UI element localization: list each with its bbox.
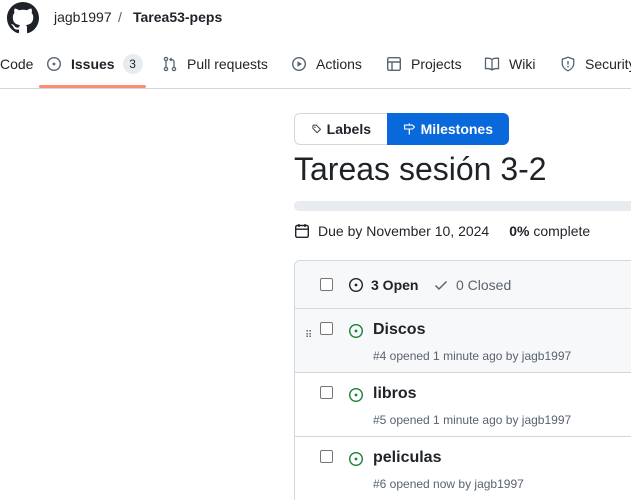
milestone-title: Tareas sesión 3-2 bbox=[294, 151, 547, 187]
github-logo-icon[interactable] bbox=[7, 2, 39, 34]
tab-security-label: Security bbox=[585, 56, 631, 72]
issue-opened-icon bbox=[348, 277, 364, 293]
closed-issues-filter[interactable]: 0 Closed bbox=[433, 277, 511, 293]
milestone-percent: 0% bbox=[509, 223, 530, 239]
tab-actions[interactable]: Actions bbox=[291, 40, 362, 88]
breadcrumb-owner[interactable]: jagb1997 bbox=[54, 9, 112, 25]
issue-opened-icon bbox=[46, 56, 62, 72]
issue-meta: #4 opened 1 minute ago by jagb1997 bbox=[373, 349, 572, 363]
open-issues-filter[interactable]: 3 Open bbox=[348, 277, 418, 293]
milestone-progress-bar bbox=[294, 201, 631, 211]
issue-row[interactable]: ⠿ Discos #4 opened 1 minute ago by jagb1… bbox=[295, 309, 631, 373]
milestone-complete-label: complete bbox=[533, 223, 591, 239]
issue-opened-icon bbox=[348, 451, 364, 467]
issue-row[interactable]: peliculas #6 opened now by jagb1997 bbox=[295, 437, 631, 500]
git-pull-request-icon bbox=[163, 56, 177, 72]
issue-row[interactable]: libros #5 opened 1 minute ago by jagb199… bbox=[295, 373, 631, 437]
issue-checkbox[interactable] bbox=[320, 450, 333, 463]
shield-icon bbox=[561, 56, 575, 72]
tab-actions-label: Actions bbox=[316, 56, 362, 72]
issue-meta: #6 opened now by jagb1997 bbox=[373, 477, 524, 491]
milestone-complete: 0% complete bbox=[509, 223, 590, 239]
issue-opened-icon bbox=[348, 323, 364, 339]
issue-title[interactable]: Discos bbox=[373, 321, 425, 339]
tab-pull-requests[interactable]: Pull requests bbox=[162, 40, 268, 88]
calendar-icon bbox=[295, 224, 310, 239]
labels-button-label: Labels bbox=[326, 121, 371, 137]
issue-title[interactable]: peliculas bbox=[373, 449, 441, 467]
issues-list: 3 Open 0 Closed ⠿ Discos #4 opened 1 min… bbox=[294, 260, 631, 500]
active-tab-underline bbox=[39, 85, 146, 88]
tab-projects[interactable]: Projects bbox=[386, 40, 462, 88]
table-icon bbox=[387, 57, 402, 72]
issues-count-badge: 3 bbox=[122, 54, 143, 74]
issue-checkbox[interactable] bbox=[320, 386, 333, 399]
top-header: jagb1997 / Tarea53-peps bbox=[0, 0, 631, 40]
select-all-checkbox[interactable] bbox=[320, 278, 333, 291]
issue-checkbox[interactable] bbox=[320, 322, 333, 335]
tab-code[interactable]: Code bbox=[0, 40, 33, 88]
breadcrumb-repo[interactable]: Tarea53-peps bbox=[133, 9, 222, 25]
tab-wiki[interactable]: Wiki bbox=[484, 40, 535, 88]
tab-issues-label: Issues bbox=[71, 56, 115, 72]
closed-issues-label: 0 Closed bbox=[456, 277, 512, 293]
repo-nav: Code Issues 3 Pull requests Actions Proj… bbox=[0, 40, 631, 89]
issue-opened-icon bbox=[348, 387, 364, 403]
milestone-due-date: Due by November 10, 2024 bbox=[318, 223, 490, 239]
issue-meta: #5 opened 1 minute ago by jagb1997 bbox=[373, 413, 572, 427]
tab-issues[interactable]: Issues 3 bbox=[46, 40, 143, 88]
milestones-button-label: Milestones bbox=[420, 121, 493, 137]
drag-handle-icon[interactable]: ⠿ bbox=[305, 330, 313, 342]
tag-icon bbox=[312, 124, 321, 134]
issue-title[interactable]: libros bbox=[373, 385, 417, 403]
book-icon bbox=[484, 57, 500, 71]
tab-pull-requests-label: Pull requests bbox=[187, 56, 268, 72]
milestone-meta: Due by November 10, 2024 0% complete bbox=[294, 222, 590, 240]
tab-projects-label: Projects bbox=[411, 56, 462, 72]
tab-security[interactable]: Security bbox=[560, 40, 631, 88]
milestone-icon bbox=[404, 123, 416, 135]
tab-wiki-label: Wiki bbox=[509, 56, 536, 72]
labels-button[interactable]: Labels bbox=[294, 113, 387, 145]
open-issues-label: 3 Open bbox=[371, 277, 419, 293]
breadcrumb-separator: / bbox=[118, 9, 122, 25]
check-icon bbox=[434, 280, 448, 291]
play-icon bbox=[291, 56, 307, 72]
labels-milestones-toggle: Labels Milestones bbox=[294, 113, 509, 145]
tab-code-label: Code bbox=[0, 56, 34, 72]
milestones-button[interactable]: Milestones bbox=[387, 113, 509, 145]
issues-list-header: 3 Open 0 Closed bbox=[295, 261, 631, 309]
